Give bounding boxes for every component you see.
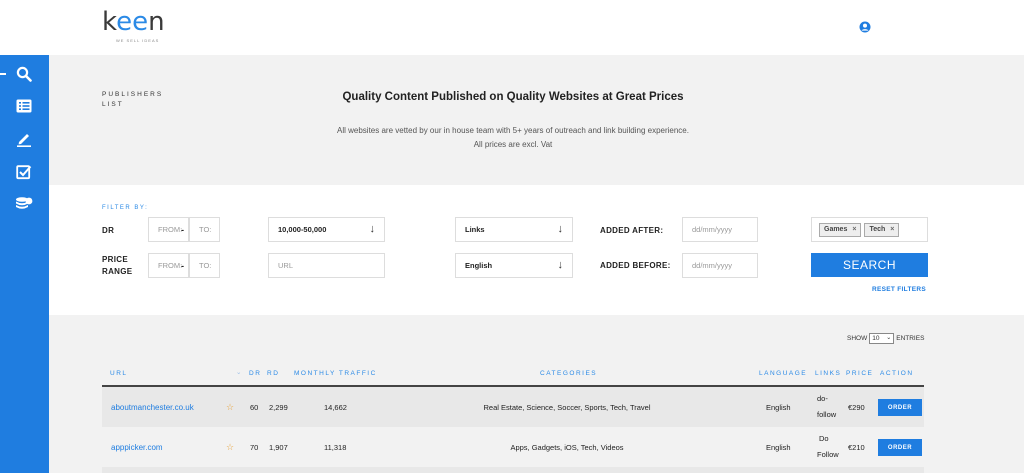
category-tag: Games × — [819, 222, 862, 237]
range-dash: - — [181, 225, 184, 235]
order-button[interactable]: ORDER — [878, 439, 922, 456]
tag-remove-icon[interactable]: × — [890, 226, 894, 233]
table-row: apppicker.com ☆ 70 1,907 11,318 Apps, Ga… — [102, 427, 924, 467]
checkbox-icon[interactable] — [14, 162, 34, 182]
category-tag: Tech × — [864, 222, 900, 237]
sidebar — [0, 55, 49, 473]
logo[interactable]: keen WE SELL IDEAS — [102, 7, 165, 43]
hero-section: PUBLISHERS LIST Quality Content Publishe… — [49, 55, 1024, 185]
logo-wordmark: keen — [102, 7, 165, 37]
edit-icon[interactable] — [14, 129, 34, 149]
top-header: keen WE SELL IDEAS — [0, 0, 1024, 55]
price-label-line2: RANGE — [102, 267, 133, 276]
sort-icon[interactable]: ⌄ — [236, 368, 243, 376]
price-value: €210 — [848, 442, 865, 452]
subtitle-line1: All websites are vetted by our in house … — [337, 126, 689, 135]
star-icon[interactable]: ☆ — [226, 427, 234, 467]
price-label-line1: PRICE — [102, 255, 128, 264]
page-title: Quality Content Published on Quality Web… — [342, 91, 684, 103]
links-value: Do Follow — [817, 427, 839, 467]
price-to-input[interactable]: TO: — [189, 253, 220, 278]
links-value: do- follow — [817, 387, 836, 427]
column-header-language[interactable]: LANGUAGE — [759, 370, 807, 377]
links-select-value: Links — [465, 225, 485, 234]
active-indicator — [0, 73, 6, 75]
table-row: aboutmanchester.co.uk ☆ 60 2,299 14,662 … — [102, 387, 924, 427]
url-input[interactable]: URL — [268, 253, 385, 278]
language-select-value: English — [465, 261, 493, 270]
added-before-date-input[interactable]: dd/mm/yyyy — [682, 253, 758, 278]
entries-control: SHOW 10 ⌄ ENTRIES — [847, 333, 924, 344]
entries-select-value: 10 — [872, 335, 880, 342]
column-header-rd[interactable]: RD — [267, 370, 279, 377]
added-after-date-input[interactable]: dd/mm/yyyy — [682, 217, 758, 242]
links-line2: Follow — [817, 450, 839, 459]
traffic-value: 14,662 — [324, 402, 347, 412]
column-header-price[interactable]: PRICE — [846, 370, 873, 377]
site-url-link[interactable]: apppicker.com — [111, 427, 163, 467]
price-range-label: PRICE RANGE — [102, 254, 132, 278]
price-value: €290 — [848, 402, 865, 412]
column-header-dr[interactable]: DR — [249, 370, 261, 377]
publishers-table-section: SHOW 10 ⌄ ENTRIES URL ⌄ DR RD MONTHLY TRA… — [49, 315, 1024, 473]
range-dash: - — [181, 261, 184, 271]
table-row — [102, 467, 924, 473]
dr-value: 60 — [250, 402, 259, 412]
reset-filters-link[interactable]: RESET FILTERS — [872, 286, 926, 293]
traffic-select-value: 10,000-50,000 — [278, 225, 327, 234]
arrow-down-icon: ↓ — [369, 223, 376, 235]
filter-panel: FILTER BY: DR FROM: - TO: PRICE RANGE FR… — [49, 185, 1024, 315]
search-button[interactable]: SEARCH — [811, 253, 928, 277]
arrow-down-icon: ↓ — [557, 259, 564, 271]
coins-icon[interactable] — [14, 194, 34, 214]
tag-remove-icon[interactable]: × — [852, 226, 856, 233]
traffic-select[interactable]: 10,000-50,000 ↓ — [268, 217, 385, 242]
rd-value: 2,299 — [269, 402, 288, 412]
column-header-links[interactable]: LINKS — [815, 370, 841, 377]
language-value: English — [766, 402, 791, 412]
language-select[interactable]: English ↓ — [455, 253, 573, 278]
links-line2: follow — [817, 410, 837, 419]
categories-value: Apps, Gadgets, iOS, Tech, Videos — [510, 442, 624, 452]
search-icon[interactable] — [14, 64, 34, 84]
star-icon[interactable]: ☆ — [226, 387, 234, 427]
links-line1: Do — [819, 434, 829, 443]
page-subtitle: All websites are vetted by our in house … — [49, 124, 977, 152]
links-select[interactable]: Links ↓ — [455, 217, 573, 242]
tag-label: Games — [824, 226, 848, 233]
list-icon[interactable] — [14, 96, 34, 116]
site-url-link[interactable]: aboutmanchester.co.uk — [111, 387, 194, 427]
entries-label: ENTRIES — [896, 335, 925, 342]
language-value: English — [766, 442, 791, 452]
logo-tagline: WE SELL IDEAS — [116, 38, 160, 43]
dr-value: 70 — [250, 442, 259, 452]
user-circle-icon[interactable] — [859, 20, 871, 33]
traffic-value: 11,318 — [324, 442, 347, 452]
subtitle-line2: All prices are excl. Vat — [473, 140, 553, 149]
categories-value: Real Estate, Science, Soccer, Sports, Te… — [483, 402, 651, 412]
chevron-down-icon: ⌄ — [886, 335, 892, 341]
column-header-url[interactable]: URL — [110, 370, 128, 377]
category-tag-input[interactable]: Games × Tech × — [811, 217, 928, 242]
show-label: SHOW — [847, 335, 868, 342]
added-before-label: ADDED BEFORE: — [600, 261, 671, 270]
tag-label: Tech — [869, 226, 886, 233]
dr-to-input[interactable]: TO: — [189, 217, 220, 242]
order-button[interactable]: ORDER — [878, 399, 922, 416]
rd-value: 1,907 — [269, 442, 288, 452]
entries-select[interactable]: 10 ⌄ — [869, 333, 895, 344]
column-header-traffic[interactable]: MONTHLY TRAFFIC — [294, 370, 377, 377]
dr-label: DR — [102, 226, 115, 235]
arrow-down-icon: ↓ — [557, 223, 564, 235]
links-line1: do- — [817, 394, 828, 403]
added-after-label: ADDED AFTER: — [600, 226, 664, 235]
column-header-action: ACTION — [880, 370, 914, 377]
filter-heading: FILTER BY: — [102, 205, 149, 211]
column-header-categories[interactable]: CATEGORIES — [540, 370, 597, 377]
